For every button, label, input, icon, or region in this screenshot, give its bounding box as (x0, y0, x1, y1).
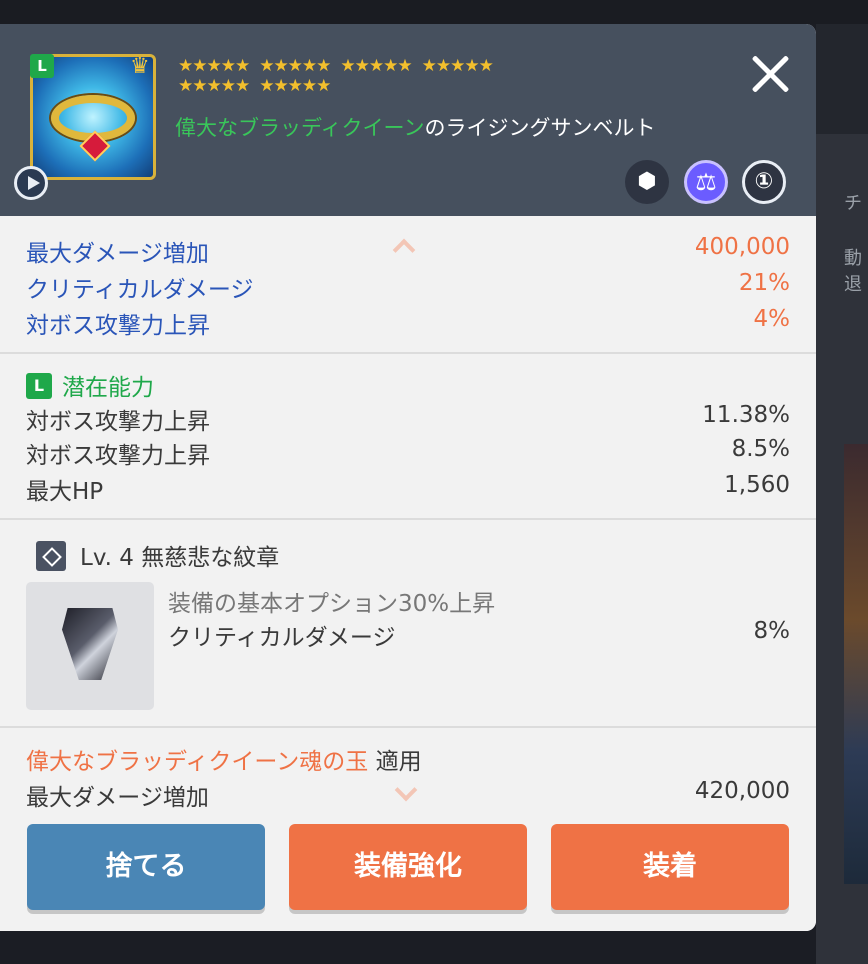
background-peek-text-1: チ (844, 193, 862, 214)
star-group: ★★★★★ (178, 76, 250, 96)
star-group: ★★★★★ (178, 56, 250, 76)
upgrade-1-icon[interactable]: ① (742, 160, 786, 204)
item-name-set: 偉大なブラッディクイーン (175, 116, 425, 140)
soul-title-row: 偉大なブラッディクイーン魂の玉 適用 (26, 742, 790, 778)
soul-title: 偉大なブラッディクイーン魂の玉 適用 (26, 742, 422, 776)
soul-stat-label: 最大ダメージ増加 (26, 785, 209, 811)
soul-stat-value: 420,000 (694, 778, 790, 804)
potential-line: 最大HP 1,560 (26, 472, 790, 508)
item-detail-popup: L ♛ ★★★★★ ★★★★★ ★★★★★ ★★★★★ ★★★★★ ★★★★★ 偉大なブ… (0, 24, 816, 931)
background-art (844, 444, 868, 884)
main-stat-row: 最大ダメージ増加 400,000 (26, 234, 790, 270)
crown-icon: ♛ (130, 54, 150, 79)
scroll-down-icon[interactable] (394, 782, 416, 804)
potential-value: 1,560 (724, 472, 790, 498)
potential-grade-badge: L (26, 373, 52, 399)
emblem-icon (36, 541, 66, 571)
emblem-title-row: Lv. 4 無慈悲な紋章 (80, 538, 580, 574)
stat-label: 対ボス攻撃力上昇 (26, 313, 210, 339)
emblem-stat-label: クリティカルダメージ (168, 625, 396, 651)
section-divider (0, 352, 816, 354)
main-stat-row: クリティカルダメージ 21% (26, 270, 790, 306)
emblem-desc: 装備の基本オプション30%上昇 (168, 591, 496, 617)
item-name-base: のライジングサンベルト (424, 116, 656, 140)
stat-label: 最大ダメージ増加 (26, 241, 209, 267)
emblem-stat-value: 8% (753, 618, 791, 644)
play-preview-button[interactable] (14, 166, 48, 200)
background-top-bar (0, 0, 868, 24)
section-divider (0, 726, 816, 728)
potential-value: 8.5% (731, 436, 790, 462)
emblem-desc-row: 装備の基本オプション30%上昇 (168, 584, 790, 620)
star-group: ★★★★★ (259, 56, 331, 76)
item-header: L ♛ ★★★★★ ★★★★★ ★★★★★ ★★★★★ ★★★★★ ★★★★★ 偉大なブ… (0, 24, 816, 216)
potential-line: 対ボス攻撃力上昇 8.5% (26, 436, 790, 472)
potential-value: 11.38% (702, 402, 790, 428)
lock-icon[interactable]: ⬢ (625, 160, 669, 204)
star-group: ★★★★★ (259, 76, 331, 96)
stat-value: 21% (738, 270, 790, 296)
enhance-button[interactable]: 装備強化 (289, 824, 527, 910)
stat-label: クリティカルダメージ (26, 277, 254, 303)
emblem-thumbnail[interactable] (26, 582, 154, 710)
potential-label: 対ボス攻撃力上昇 (26, 443, 210, 469)
star-force-stars: ★★★★★ ★★★★★ ★★★★★ ★★★★★ ★★★★★ ★★★★★ (178, 56, 618, 96)
discard-button[interactable]: 捨てる (27, 824, 265, 910)
potential-line: 対ボス攻撃力上昇 11.38% (26, 402, 790, 438)
section-divider (0, 518, 816, 520)
background-right-panel: チ 動退 (816, 24, 868, 964)
background-peek-text-2: 動退 (844, 248, 862, 295)
stat-value: 4% (753, 306, 791, 332)
potential-title-row: 潜在能力 (62, 368, 362, 404)
close-button[interactable] (744, 48, 796, 100)
potential-label: 対ボス攻撃力上昇 (26, 409, 210, 435)
soul-name: 偉大なブラッディクイーン魂の玉 (26, 749, 369, 775)
action-bar: 捨てる 装備強化 装着 (0, 810, 816, 931)
emblem-title: Lv. 4 無慈悲な紋章 (80, 545, 280, 571)
potential-label: 最大HP (26, 479, 104, 505)
star-group: ★★★★★ (421, 56, 494, 76)
soul-applied: 適用 (375, 749, 422, 775)
potential-title: 潜在能力 (62, 375, 154, 401)
legendary-grade-badge: L (30, 54, 54, 78)
balance-icon[interactable]: ⚖ (684, 160, 728, 204)
star-group: ★★★★★ (340, 56, 412, 76)
equip-button[interactable]: 装着 (551, 824, 789, 910)
main-stat-row: 対ボス攻撃力上昇 4% (26, 306, 790, 342)
item-name: 偉大なブラッディクイーンのライジングサンベルト (175, 112, 655, 142)
stat-value: 400,000 (694, 234, 790, 260)
emblem-stat-row: クリティカルダメージ 8% (168, 618, 790, 654)
emblem-shape (62, 608, 118, 680)
